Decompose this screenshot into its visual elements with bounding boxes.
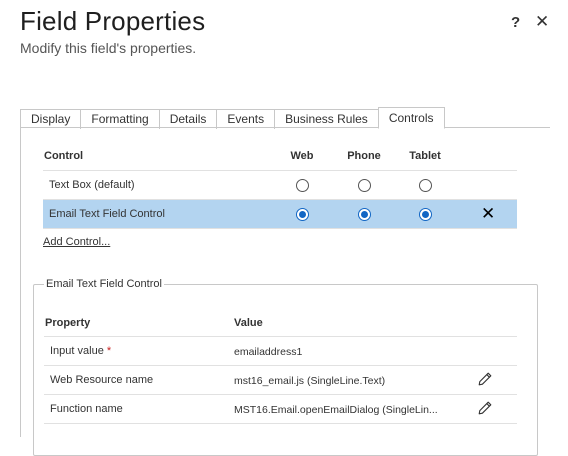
web-radio[interactable]: [295, 179, 309, 192]
tab-strip: Display Formatting Details Events Busine…: [20, 107, 445, 129]
property-value: emailaddress1: [234, 346, 303, 358]
tab-divider: [20, 127, 550, 128]
dialog-subtitle: Modify this field's properties.: [20, 40, 197, 56]
control-row-text-box[interactable]: Text Box (default): [43, 171, 517, 200]
help-button[interactable]: ?: [511, 14, 520, 31]
column-header-control: Control: [44, 150, 84, 162]
close-button[interactable]: ✕: [535, 12, 549, 32]
pencil-icon[interactable]: [477, 371, 493, 387]
tab-formatting[interactable]: Formatting: [80, 109, 160, 129]
properties-table-header: Property Value: [44, 314, 517, 337]
column-header-value: Value: [234, 317, 263, 329]
dialog-title: Field Properties: [20, 6, 206, 36]
property-name: Input value *: [50, 345, 112, 357]
tab-controls[interactable]: Controls: [377, 107, 445, 129]
control-properties-legend: Email Text Field Control: [44, 278, 164, 290]
control-name: Email Text Field Control: [49, 208, 165, 220]
tablet-radio[interactable]: [418, 179, 432, 192]
control-row-email-text-field[interactable]: Email Text Field Control ✕: [43, 200, 517, 229]
controls-table: Control Web Phone Tablet Text Box (defau…: [43, 146, 517, 229]
add-control-link[interactable]: Add Control...: [43, 236, 110, 248]
web-radio[interactable]: [295, 208, 309, 221]
tab-business-rules[interactable]: Business Rules: [274, 109, 379, 129]
property-row-function-name[interactable]: Function name MST16.Email.openEmailDialo…: [44, 395, 517, 424]
tab-events[interactable]: Events: [216, 109, 276, 129]
tab-panel-border: [20, 127, 21, 437]
property-value: mst16_email.js (SingleLine.Text): [234, 375, 386, 387]
required-marker: *: [106, 345, 112, 357]
close-icon[interactable]: ✕: [481, 205, 495, 222]
property-name: Web Resource name: [50, 374, 154, 386]
column-header-web: Web: [290, 150, 314, 162]
phone-radio[interactable]: [357, 179, 371, 192]
controls-table-header: Control Web Phone Tablet: [43, 146, 517, 171]
pencil-icon[interactable]: [477, 400, 493, 416]
column-header-tablet: Tablet: [409, 150, 441, 162]
tablet-radio[interactable]: [418, 208, 432, 221]
property-row-input-value[interactable]: Input value * emailaddress1: [44, 337, 517, 366]
column-header-property: Property: [45, 317, 91, 329]
property-row-web-resource[interactable]: Web Resource name mst16_email.js (Single…: [44, 366, 517, 395]
column-header-phone: Phone: [347, 150, 381, 162]
property-value: MST16.Email.openEmailDialog (SingleLin..…: [234, 404, 438, 416]
properties-table: Property Value Input value * emailaddress…: [44, 314, 517, 424]
tab-display[interactable]: Display: [20, 109, 82, 129]
tab-details[interactable]: Details: [158, 109, 218, 129]
control-name: Text Box (default): [49, 179, 135, 191]
property-name: Function name: [50, 403, 123, 415]
phone-radio[interactable]: [357, 208, 371, 221]
